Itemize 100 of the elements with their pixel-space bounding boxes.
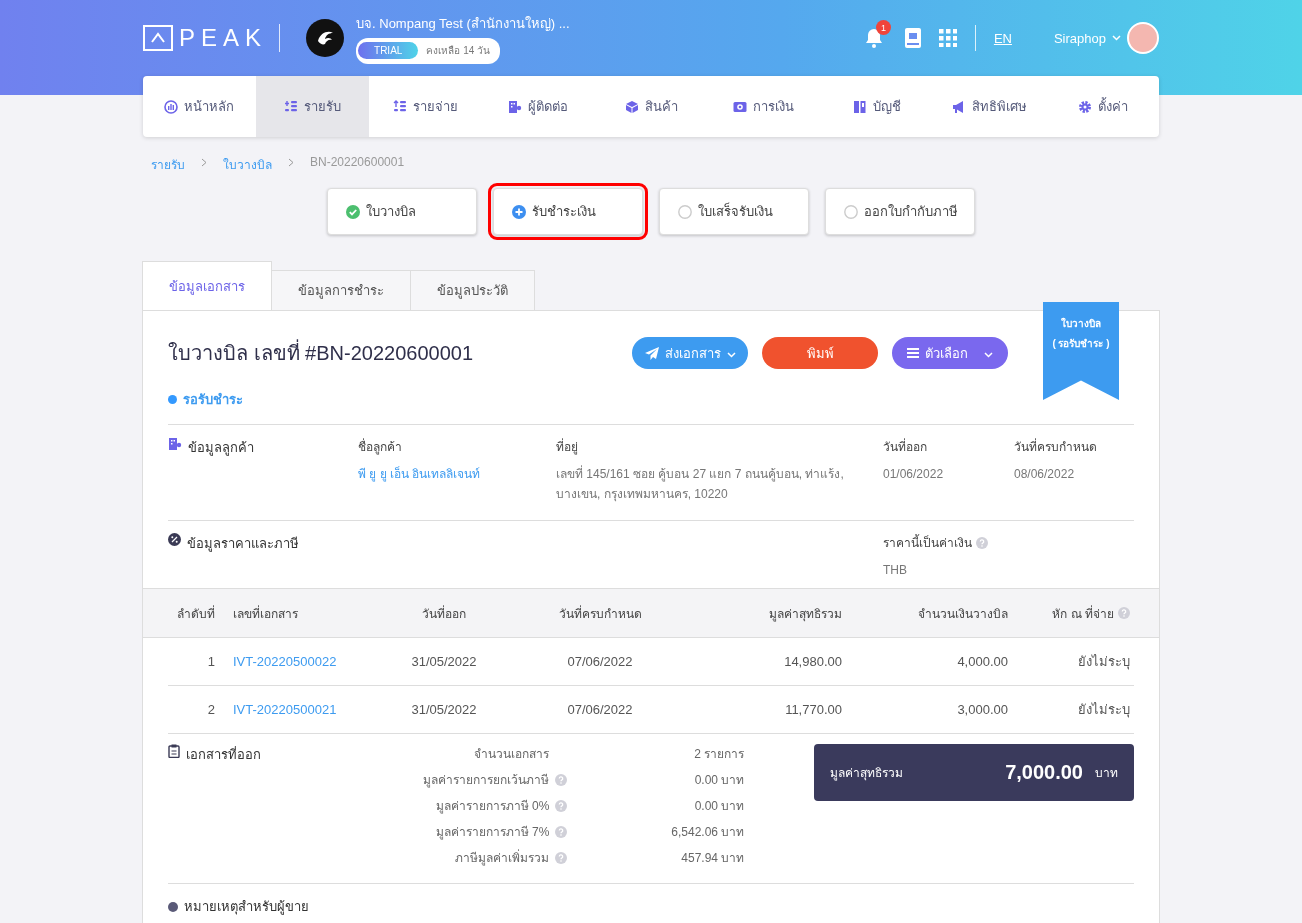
document-title: ใบวางบิล เลขที่ #BN-20220600001 (168, 337, 618, 369)
chevron-right-icon (288, 158, 294, 167)
column-header: มูลค่าสุทธิรวม (769, 605, 842, 623)
income-icon (283, 99, 298, 114)
clipboard-icon (168, 744, 180, 758)
field-label: วันที่ครบกำหนด (1014, 437, 1098, 456)
table-cell-text: 31/05/2022 (410, 654, 478, 669)
status-dot (168, 395, 177, 404)
summary-value: 457.94 บาท (680, 850, 745, 867)
column-header: วันที่ออก (422, 604, 466, 623)
percent-icon (168, 533, 181, 546)
help-icon[interactable] (555, 799, 568, 812)
nav-tab[interactable]: บัญชี (820, 76, 934, 137)
summary-label: มูลค่ารายการยกเว้นภาษี (423, 772, 550, 789)
help-icon[interactable] (976, 536, 988, 549)
nav-tab[interactable]: รายรับ (255, 76, 369, 137)
ledger-icon (852, 99, 867, 114)
field-label: ราคานี้เป็นค่าเงิน (883, 533, 972, 552)
total-unit: บาท (1095, 765, 1118, 782)
column-header: ลำดับที่ (177, 604, 215, 623)
help-icon[interactable] (555, 851, 568, 864)
field-label: ที่อยู่ (556, 437, 579, 456)
dashboard-icon (164, 99, 179, 114)
company-logo-icon[interactable] (306, 19, 345, 57)
help-icon[interactable] (1118, 607, 1130, 619)
chevron-right-icon (201, 158, 207, 167)
nav-tab[interactable]: การเงิน (707, 76, 821, 137)
summary-value: 6,542.06 บาท (670, 824, 745, 841)
check-icon (346, 204, 360, 219)
summary-value: 0.00 บาท (693, 798, 745, 815)
building-icon (168, 437, 182, 451)
field-label: วันที่ออก (883, 437, 928, 456)
workflow-step[interactable]: ใบเสร็จรับเงิน (659, 188, 809, 235)
help-icon[interactable] (555, 773, 568, 786)
workflow-step[interactable]: ใบวางบิล (327, 188, 477, 235)
table-cell-text: 07/06/2022 (566, 654, 634, 669)
section-heading: หมายเหตุสำหรับผู้ขาย (184, 898, 309, 917)
column-header: เลขที่เอกสาร (233, 604, 298, 623)
summary-value: 0.00 บาท (693, 772, 745, 789)
table-cell-text: 14,980.00 (783, 654, 843, 669)
document-tab[interactable]: ข้อมูลประวัติ (410, 270, 535, 310)
workflow-step[interactable]: ออกใบกำกับภาษี (825, 188, 975, 235)
bell-icon[interactable] (864, 28, 883, 48)
table-cell-text: 2 (206, 702, 216, 717)
table-cell-text: ยังไม่ระบุ (1077, 653, 1131, 672)
chevron-down-icon (726, 351, 736, 358)
bullet-icon (168, 901, 178, 912)
chevron-down-icon (1112, 35, 1121, 41)
field-value: THB (883, 562, 908, 579)
field-value: 01/06/2022 (883, 466, 945, 483)
help-icon[interactable] (555, 825, 568, 838)
money-icon (733, 99, 748, 114)
trial-indicator: TRIAL คงเหลือ 14 วัน (356, 37, 501, 64)
chevron-down-icon (984, 351, 993, 358)
contacts-icon (508, 99, 523, 114)
menu-icon (907, 348, 919, 358)
status-ribbon: ใบวางบิล ( รอรับชำระ ) (1043, 302, 1119, 400)
apps-grid-icon[interactable] (938, 29, 957, 47)
radio-icon (844, 204, 858, 219)
summary-value: 2 รายการ (693, 746, 745, 763)
table-cell-text: 11,770.00 (784, 702, 843, 717)
nav-tab[interactable]: รายจ่าย (368, 76, 482, 137)
box-icon (624, 99, 639, 114)
section-heading: ข้อมูลลูกค้า (188, 439, 254, 458)
nav-tab[interactable]: ผู้ติดต่อ (481, 76, 595, 137)
field-value: 08/06/2022 (1014, 466, 1076, 483)
nav-tab[interactable]: สินค้า (594, 76, 708, 137)
breadcrumb-item: BN-20220600001 (310, 155, 405, 171)
table-cell-text: 31/05/2022 (410, 702, 478, 717)
section-heading: ข้อมูลราคาและภาษี (187, 535, 299, 554)
section-heading: เอกสารที่ออก (186, 745, 261, 764)
expense-icon (392, 99, 407, 114)
nav-tab[interactable]: ตั้งค่า (1046, 76, 1159, 137)
table-cell-text: 3,000.00 (956, 702, 1009, 717)
summary-label: จำนวนเอกสาร (474, 746, 550, 763)
document-tab[interactable]: ข้อมูลเอกสาร (142, 261, 272, 311)
summary-label: ภาษีมูลค่าเพิ่มรวม (455, 848, 550, 867)
field-value: เลขที่ 145/161 ซอย คู้บอน 27 แยก 7 ถนนคู้บอน, ท่าแร้ง, บางเขน, กรุงเทพมหานคร, 10220 (556, 464, 845, 504)
nav-tab[interactable]: สิทธิพิเศษ (933, 76, 1047, 137)
options-button[interactable]: ตัวเลือก (892, 337, 1008, 369)
paper-plane-icon (644, 346, 659, 360)
table-cell-text: ยังไม่ระบุ (1077, 701, 1131, 720)
summary-label: มูลค่ารายการภาษี 7% (435, 824, 550, 841)
total-label: มูลค่าสุทธิรวม (829, 765, 904, 782)
table-cell-text: 4,000.00 (956, 654, 1009, 669)
print-button[interactable]: พิมพ์ (762, 337, 878, 369)
column-header: จำนวนเงินวางบิล (918, 605, 1008, 623)
table-cell-text: 07/06/2022 (566, 702, 634, 717)
plus-icon (512, 204, 526, 219)
book-icon[interactable] (904, 28, 921, 48)
column-header: วันที่ครบกำหนด (558, 604, 642, 623)
column-header: หัก ณ ที่จ่าย (1052, 604, 1114, 623)
status-text: รอรับชำระ (183, 391, 243, 409)
radio-icon (678, 204, 692, 219)
table-cell-text: 1 (206, 654, 216, 669)
notification-badge: 1 (875, 20, 891, 35)
nav-tab[interactable]: หน้าหลัก (143, 76, 256, 137)
summary-label: มูลค่ารายการภาษี 0% (435, 798, 550, 815)
settings-icon (1077, 99, 1092, 114)
field-label: ชื่อลูกค้า (358, 437, 403, 456)
